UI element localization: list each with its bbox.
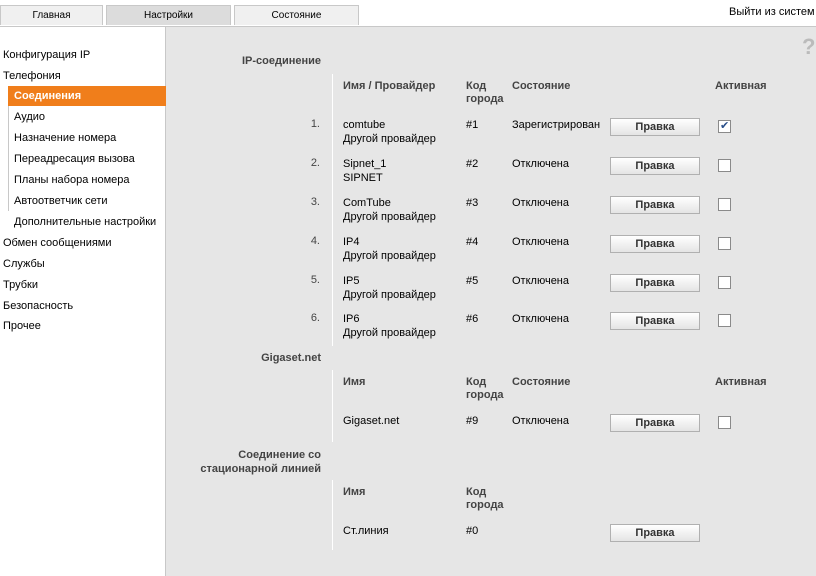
help-icon[interactable]: ? xyxy=(802,34,815,60)
active-checkbox[interactable] xyxy=(718,314,731,327)
sidebar-item-other[interactable]: Прочее xyxy=(3,320,41,332)
connection-status: Зарегистрирован xyxy=(512,119,601,131)
connection-status: Отключена xyxy=(512,275,569,287)
sidebar-item-dialing-plans[interactable]: Планы набора номера xyxy=(14,174,130,186)
active-checkbox[interactable] xyxy=(718,276,731,289)
connection-status: Отключена xyxy=(512,197,569,209)
landline-title-line2: стационарной линией xyxy=(200,463,321,475)
gigaset-section-title: Gigaset.net xyxy=(261,352,321,364)
gigaset-code: #9 xyxy=(466,415,479,427)
gigaset-status: Отключена xyxy=(512,415,569,427)
connection-status: Отключена xyxy=(512,313,569,325)
row-number: 1. xyxy=(310,118,320,130)
connection-code: #1 xyxy=(466,119,479,131)
sidebar-item-ip-config[interactable]: Конфигурация IP xyxy=(3,49,90,61)
connection-provider: Другой провайдер xyxy=(343,211,436,223)
sidebar-item-connections[interactable]: Соединения xyxy=(8,86,172,106)
header-status: Состояние xyxy=(512,80,571,92)
edit-button[interactable]: Правка xyxy=(610,196,700,214)
landline-header-name: Имя xyxy=(343,486,366,498)
connection-code: #6 xyxy=(466,313,479,325)
sidebar-item-advanced-settings[interactable]: Дополнительные настройки xyxy=(14,216,156,228)
gigaset-header-area-code: Код города xyxy=(466,376,504,401)
sidebar-item-number-assignment[interactable]: Назначение номера xyxy=(14,132,116,144)
landline-section-title: Соединение со стационарной линией xyxy=(180,448,321,476)
gigaset-header-active: Активная xyxy=(715,376,767,388)
connection-provider: Другой провайдер xyxy=(343,327,436,339)
row-number: 2. xyxy=(310,157,320,169)
active-checkbox[interactable] xyxy=(718,198,731,211)
connection-name: IP6 xyxy=(343,313,360,325)
connection-provider: SIPNET xyxy=(343,172,383,184)
connection-code: #3 xyxy=(466,197,479,209)
ip-section-title: IP-соединение xyxy=(241,55,321,67)
column-separator xyxy=(332,74,333,346)
active-checkbox[interactable] xyxy=(718,119,731,133)
connection-name: Sipnet_1 xyxy=(343,158,387,170)
active-checkbox[interactable] xyxy=(718,159,731,172)
landline-code: #0 xyxy=(466,525,479,537)
tab-home[interactable]: Главная xyxy=(0,5,103,25)
landline-header-area-code: Код города xyxy=(466,486,504,511)
sidebar-item-security[interactable]: Безопасность xyxy=(3,300,73,312)
sidebar-item-audio[interactable]: Аудио xyxy=(14,111,45,123)
connection-status: Отключена xyxy=(512,236,569,248)
row-number: 6. xyxy=(310,312,320,324)
connection-code: #4 xyxy=(466,236,479,248)
connection-code: #2 xyxy=(466,158,479,170)
edit-button[interactable]: Правка xyxy=(610,235,700,253)
header-area-code: Код города xyxy=(466,80,504,105)
row-number: 5. xyxy=(310,274,320,286)
sidebar-item-services[interactable]: Службы xyxy=(3,258,45,270)
connection-name: ComTube xyxy=(343,197,391,209)
row-number: 3. xyxy=(310,196,320,208)
edit-button[interactable]: Правка xyxy=(610,118,700,136)
row-number: 4. xyxy=(310,235,320,247)
sidebar-item-call-forwarding[interactable]: Переадресация вызова xyxy=(14,153,135,165)
edit-button[interactable]: Правка xyxy=(610,157,700,175)
edit-button[interactable]: Правка xyxy=(610,274,700,292)
active-checkbox[interactable] xyxy=(718,237,731,250)
sidebar-item-handsets[interactable]: Трубки xyxy=(3,279,38,291)
connection-name: IP5 xyxy=(343,275,360,287)
connection-code: #5 xyxy=(466,275,479,287)
top-bar: Главная Настройки Состояние Выйти из сис… xyxy=(0,0,816,27)
header-name-provider: Имя / Провайдер xyxy=(343,80,436,92)
gigaset-name: Gigaset.net xyxy=(343,415,400,427)
landline-edit-button[interactable]: Правка xyxy=(610,524,700,542)
connection-status: Отключена xyxy=(512,158,569,170)
column-separator xyxy=(332,480,333,550)
gigaset-edit-button[interactable]: Правка xyxy=(610,414,700,432)
sidebar-item-network-mailbox[interactable]: Автоответчик сети xyxy=(14,195,108,207)
connection-provider: Другой провайдер xyxy=(343,133,436,145)
landline-title-line1: Соединение со xyxy=(238,449,321,461)
tab-settings[interactable]: Настройки xyxy=(106,5,231,25)
tab-status[interactable]: Состояние xyxy=(234,5,359,25)
connection-provider: Другой провайдер xyxy=(343,289,436,301)
connection-name: comtube xyxy=(343,119,386,131)
edit-button[interactable]: Правка xyxy=(610,312,700,330)
header-active: Активная xyxy=(715,80,767,92)
gigaset-header-name: Имя xyxy=(343,376,366,388)
connection-name: IP4 xyxy=(343,236,360,248)
connection-provider: Другой провайдер xyxy=(343,250,436,262)
logout-link[interactable]: Выйти из систем xyxy=(729,6,815,18)
sidebar-item-telephony[interactable]: Телефония xyxy=(3,70,61,82)
gigaset-header-status: Состояние xyxy=(512,376,571,388)
sidebar-item-messaging[interactable]: Обмен сообщениями xyxy=(3,237,112,249)
landline-name: Ст.линия xyxy=(343,525,389,537)
column-separator xyxy=(332,370,333,442)
gigaset-active-checkbox[interactable] xyxy=(718,416,731,429)
